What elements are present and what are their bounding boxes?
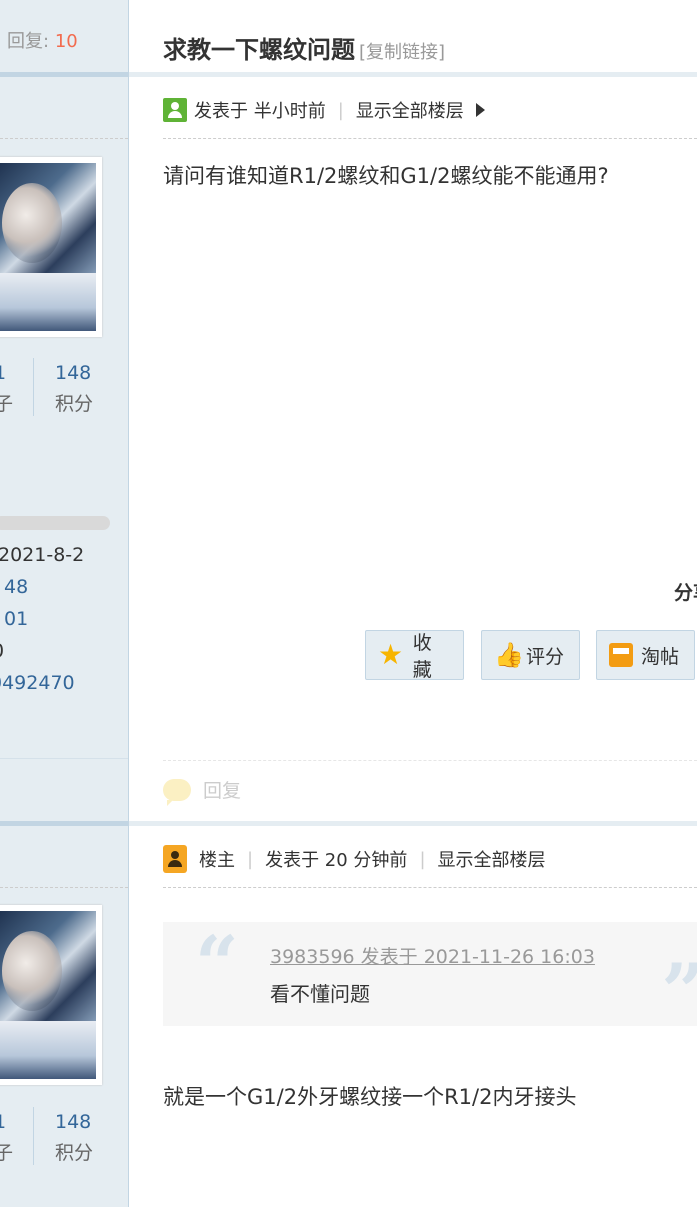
meta-separator: | [337, 99, 344, 121]
post1-meta: 发表于 半小时前 | 显示全部楼层 [163, 97, 485, 123]
tray-icon [609, 643, 633, 667]
title-divider-bar [129, 72, 697, 77]
online-user-icon [163, 98, 187, 122]
favorite-label: 收藏 [412, 632, 432, 681]
post2-dashed-divider [163, 887, 697, 888]
close-quote-icon: ” [661, 952, 697, 1032]
tao-button[interactable]: 淘帖 [596, 630, 695, 680]
post1-dashed-divider [163, 138, 697, 139]
post2-time: 发表于 20 分钟前 [265, 850, 408, 871]
copy-link-button[interactable]: [复制链接] [359, 42, 445, 63]
stat-separator [33, 358, 34, 416]
reply-count-label: 回复: [7, 31, 50, 52]
quote-text: 看不懂问题 [270, 982, 370, 1006]
posts-value: 1 [0, 1111, 7, 1133]
points-value: 148 [55, 362, 92, 384]
points-label: 积分 [55, 393, 94, 415]
author-info-link-3[interactable]: 0492470 [0, 672, 75, 694]
quote-block: “ 3983596 发表于 2021-11-26 16:03 看不懂问题 ” [163, 919, 697, 1032]
rate-button[interactable]: 👍 评分 [481, 630, 580, 680]
author-avatar[interactable] [0, 157, 102, 337]
tao-label: 淘帖 [641, 645, 680, 668]
author-posts-stat[interactable]: 1 子 [0, 362, 13, 416]
caret-right-icon[interactable] [475, 103, 485, 117]
sidebar-dashed-divider [0, 138, 128, 139]
star-icon: ★ [378, 638, 404, 671]
post1-time: 发表于 半小时前 [194, 101, 326, 122]
thread-title-text: 求教一下螺纹问题 [163, 36, 355, 64]
sidebar-dashed-divider-2 [0, 887, 128, 888]
thread-owner-icon [163, 845, 187, 873]
posts-label: 子 [0, 393, 14, 415]
stat-separator-2 [33, 1107, 34, 1165]
author-info-date: 2021-8-2 [0, 544, 85, 566]
post2-content: 就是一个G1/2外牙螺纹接一个R1/2内牙接头 [163, 1085, 577, 1109]
reply-label: 回复 [203, 780, 242, 802]
post-divider-bar [129, 821, 697, 826]
owner-label: 楼主 [199, 850, 235, 871]
author-info-link-1[interactable]: 48 [4, 576, 28, 598]
author2-points-stat[interactable]: 148 积分 [55, 1111, 93, 1165]
level-progress-bar [0, 516, 110, 530]
post1-content: 请问有谁知道R1/2螺纹和G1/2螺纹能不能通用? [163, 164, 609, 188]
author2-posts-stat[interactable]: 1 子 [0, 1111, 13, 1165]
points-value: 148 [55, 1111, 92, 1133]
reply-button[interactable]: 回复 [163, 776, 242, 806]
rate-label: 评分 [526, 645, 565, 668]
post2-meta: 楼主 | 发表于 20 分钟前 | 显示全部楼层 [163, 845, 546, 873]
reply-count: 回复: 10 [7, 27, 78, 53]
avatar-image [0, 163, 96, 331]
posts-label: 子 [0, 1142, 14, 1164]
reply-divider [163, 760, 697, 761]
sidebar-separator [0, 758, 128, 759]
sidebar-divider-bar [0, 72, 129, 77]
avatar-image-2 [0, 911, 96, 1079]
meta-separator: | [419, 848, 426, 870]
thread-title: 求教一下螺纹问题 [复制链接] [163, 30, 445, 65]
show-all-floors-link-2[interactable]: 显示全部楼层 [438, 846, 546, 872]
author-sidebar: 回复: 10 1 子 148 积分 2021-8-2 48 01 0 04924… [0, 0, 129, 1207]
author-info-link-2[interactable]: 01 [4, 608, 28, 630]
favorite-button[interactable]: ★ 收藏 [365, 630, 464, 681]
author-avatar-2[interactable] [0, 905, 102, 1085]
thumbs-up-icon: 👍 [494, 641, 524, 669]
share-label[interactable]: 分享 [674, 578, 697, 605]
meta-separator: | [247, 848, 254, 870]
quote-source-link[interactable]: 3983596 发表于 2021-11-26 16:03 [270, 942, 595, 969]
posts-value: 1 [0, 362, 7, 384]
author-info-plain: 0 [0, 640, 4, 662]
author-points-stat[interactable]: 148 积分 [55, 362, 93, 416]
sidebar-divider-bar-2 [0, 821, 129, 826]
post-column: 求教一下螺纹问题 [复制链接] 发表于 半小时前 | 显示全部楼层 请问有谁知道R… [129, 0, 697, 1207]
show-all-floors-link[interactable]: 显示全部楼层 [356, 97, 464, 123]
points-label: 积分 [55, 1142, 94, 1164]
reply-count-number: 10 [54, 31, 78, 52]
speech-bubble-icon [163, 778, 191, 806]
open-quote-icon: “ [195, 919, 239, 1008]
